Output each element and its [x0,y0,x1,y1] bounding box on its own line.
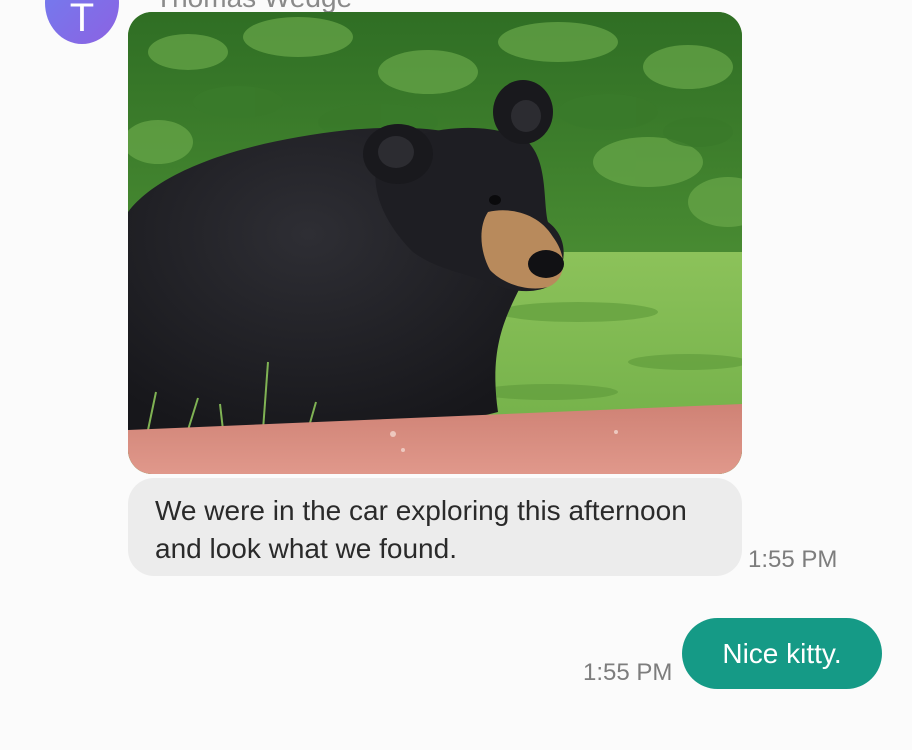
outgoing-message-timestamp: 1:55 PM [583,659,673,686]
incoming-message-bubble[interactable]: We were in the car exploring this aftern… [128,478,742,576]
image-message[interactable] [128,12,742,474]
incoming-message-timestamp: 1:55 PM [748,546,838,573]
outgoing-message-text: Nice kitty. [722,638,842,669]
incoming-message-text: We were in the car exploring this aftern… [155,495,687,564]
avatar-initial: T [69,0,95,40]
contact-avatar[interactable]: T [45,0,119,44]
bear-photo [128,12,742,474]
outgoing-message-bubble[interactable]: Nice kitty. [682,618,882,689]
